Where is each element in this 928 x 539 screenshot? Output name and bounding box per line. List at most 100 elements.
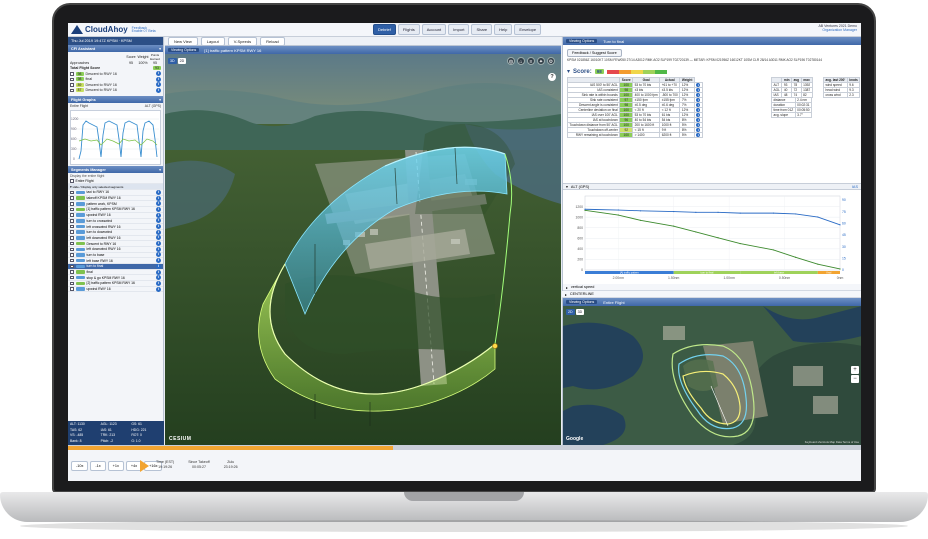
cfi-item-checkbox[interactable] <box>70 83 74 87</box>
speed-minus-1x-button[interactable]: -1x <box>90 461 106 471</box>
reload-button[interactable]: Reload <box>260 37 285 46</box>
cfi-assistant-header[interactable]: CFI Assistant ▾ <box>68 45 163 52</box>
info-icon[interactable]: i <box>696 113 701 117</box>
info-icon[interactable]: i <box>156 235 161 241</box>
segment-checkbox[interactable] <box>70 230 74 234</box>
collapse-icon[interactable]: ▾ <box>159 167 161 172</box>
org-manager-link[interactable]: Organization Manager <box>818 28 857 32</box>
info-icon[interactable]: i <box>696 133 701 137</box>
globe-icon[interactable]: ◍ <box>507 57 515 65</box>
centerline-row[interactable]: ▸ CENTERLINE <box>562 291 861 298</box>
mode-3d-button[interactable]: 3D <box>168 58 177 64</box>
info-icon[interactable]: i <box>156 269 161 275</box>
segment-checkbox[interactable] <box>70 196 74 200</box>
info-icon[interactable]: i <box>696 103 701 107</box>
3d-view-panel[interactable]: New View Layout V-Speeds Reload Viewing … <box>165 37 561 445</box>
beta-link[interactable]: Enable 07 Beta <box>132 29 156 33</box>
info-icon[interactable]: i <box>696 83 701 87</box>
app-logo[interactable]: CloudAhoy Feedback Enable 07 Beta <box>68 25 178 34</box>
home-icon[interactable]: ⌂ <box>517 57 525 65</box>
entire-flight-checkbox[interactable] <box>70 179 74 183</box>
settings-icon[interactable]: ⚙ <box>547 57 555 65</box>
info-icon[interactable]: i <box>156 229 161 235</box>
segment-checkbox[interactable] <box>70 190 74 195</box>
info-icon[interactable]: i <box>156 82 161 88</box>
envelope-button[interactable]: Envelope <box>514 24 542 35</box>
info-icon[interactable]: i <box>156 206 161 212</box>
map-2d-button[interactable]: 2D <box>566 309 575 315</box>
zoom-in-icon[interactable]: + <box>851 366 859 374</box>
flight-date[interactable]: Thu Jul 2019 19:47Z KPSM · KPSM <box>68 37 163 45</box>
info-icon[interactable]: i <box>156 258 161 264</box>
segment-checkbox[interactable] <box>70 224 74 229</box>
cfi-item-checkbox[interactable] <box>70 88 74 92</box>
satellite-map[interactable]: 2D 3D + − Google Keyboard shortcuts Map … <box>563 306 861 445</box>
timeline-scrubber[interactable] <box>68 446 861 450</box>
segment-checkbox[interactable] <box>70 258 74 263</box>
cfi-item-row[interactable]: 87 Descent to RWY 16 i <box>70 87 161 94</box>
info-icon[interactable]: i <box>156 76 161 82</box>
play-icon[interactable] <box>140 460 149 472</box>
info-icon[interactable]: i <box>156 87 161 93</box>
info-icon[interactable]: i <box>156 280 161 286</box>
segment-checkbox[interactable] <box>70 219 74 223</box>
mode-2d-button[interactable]: 2D <box>177 58 187 64</box>
speed-minus-10x-button[interactable]: -10x <box>71 461 89 471</box>
info-icon[interactable]: i <box>156 71 161 77</box>
chevron-down-icon[interactable]: ▾ <box>567 68 570 75</box>
segment-row[interactable]: upwind RWY 16 i <box>68 286 163 293</box>
info-icon[interactable]: i <box>156 241 161 247</box>
new-view-button[interactable]: New View <box>168 37 198 46</box>
details-viewing-options-button[interactable]: Viewing Options <box>566 39 598 43</box>
speed-plus-1x-button[interactable]: +1x <box>107 461 124 471</box>
graph-param-select[interactable]: ALT (GPS) <box>145 104 161 108</box>
segment-checkbox[interactable] <box>70 202 74 206</box>
segment-checkbox[interactable] <box>70 247 74 252</box>
segment-checkbox[interactable] <box>70 253 74 257</box>
cfi-item-checkbox[interactable] <box>70 77 74 81</box>
info-icon[interactable]: i <box>696 93 701 97</box>
info-icon[interactable]: i <box>156 246 161 252</box>
segment-checkbox[interactable] <box>70 281 74 286</box>
alt-graph-header[interactable]: ▾ ALT (GPS) IAS <box>563 183 861 190</box>
cfi-item-checkbox[interactable] <box>70 72 74 76</box>
info-icon[interactable]: i <box>156 286 161 292</box>
segment-checkbox[interactable] <box>70 264 74 269</box>
segments-manager-header[interactable]: Segments Manager ▾ <box>68 166 163 173</box>
info-icon[interactable]: i <box>696 98 701 102</box>
compass-icon[interactable]: ✦ <box>537 57 545 65</box>
import-button[interactable]: Import <box>448 24 470 35</box>
vspeeds-button[interactable]: V-Speeds <box>227 37 258 46</box>
info-icon[interactable]: i <box>696 88 701 92</box>
info-icon[interactable]: i <box>156 189 161 195</box>
info-icon[interactable]: i <box>156 195 161 201</box>
segment-checkbox[interactable] <box>70 287 74 291</box>
segment-checkbox[interactable] <box>70 241 74 246</box>
collapse-icon[interactable]: ▾ <box>159 46 161 51</box>
info-icon[interactable]: i <box>696 118 701 122</box>
help-button[interactable]: Help <box>494 24 513 35</box>
segment-checkbox[interactable] <box>70 213 74 217</box>
altitude-chart[interactable]: 0 200 400 600 800 1000 1200 0 15 30 45 60 75 90 2.00nm… <box>563 190 861 284</box>
info-icon[interactable]: i <box>696 128 701 132</box>
vertical-speed-row[interactable]: ▸ vertical speed <box>563 284 861 291</box>
layers-icon[interactable]: ≡ <box>527 57 535 65</box>
info-icon[interactable]: i <box>156 212 161 218</box>
viewing-options-button[interactable]: Viewing Options <box>168 48 200 52</box>
segment-checkbox[interactable] <box>70 236 74 240</box>
segment-checkbox[interactable] <box>70 275 74 280</box>
info-icon[interactable]: i <box>156 252 161 258</box>
info-icon[interactable]: i <box>696 123 701 127</box>
info-icon[interactable]: i <box>696 108 701 112</box>
info-icon[interactable]: i <box>156 224 161 230</box>
info-icon[interactable]: i <box>156 218 161 224</box>
info-icon[interactable]: i <box>156 275 161 281</box>
info-icon[interactable]: i <box>156 263 161 269</box>
feedback-suggest-score-button[interactable]: Feedback / Suggest Score <box>567 49 622 57</box>
map-footer[interactable]: Keyboard shortcuts Map Data Terms of Use <box>805 440 859 444</box>
map-viewing-options-button[interactable]: Viewing Options <box>566 300 598 304</box>
nav-account[interactable]: Account <box>421 24 447 35</box>
mini-flight-graph[interactable]: 1200 900 600 300 0 <box>70 110 161 165</box>
nav-debrief[interactable]: Debrief <box>373 24 396 35</box>
segment-checkbox[interactable] <box>70 270 74 274</box>
